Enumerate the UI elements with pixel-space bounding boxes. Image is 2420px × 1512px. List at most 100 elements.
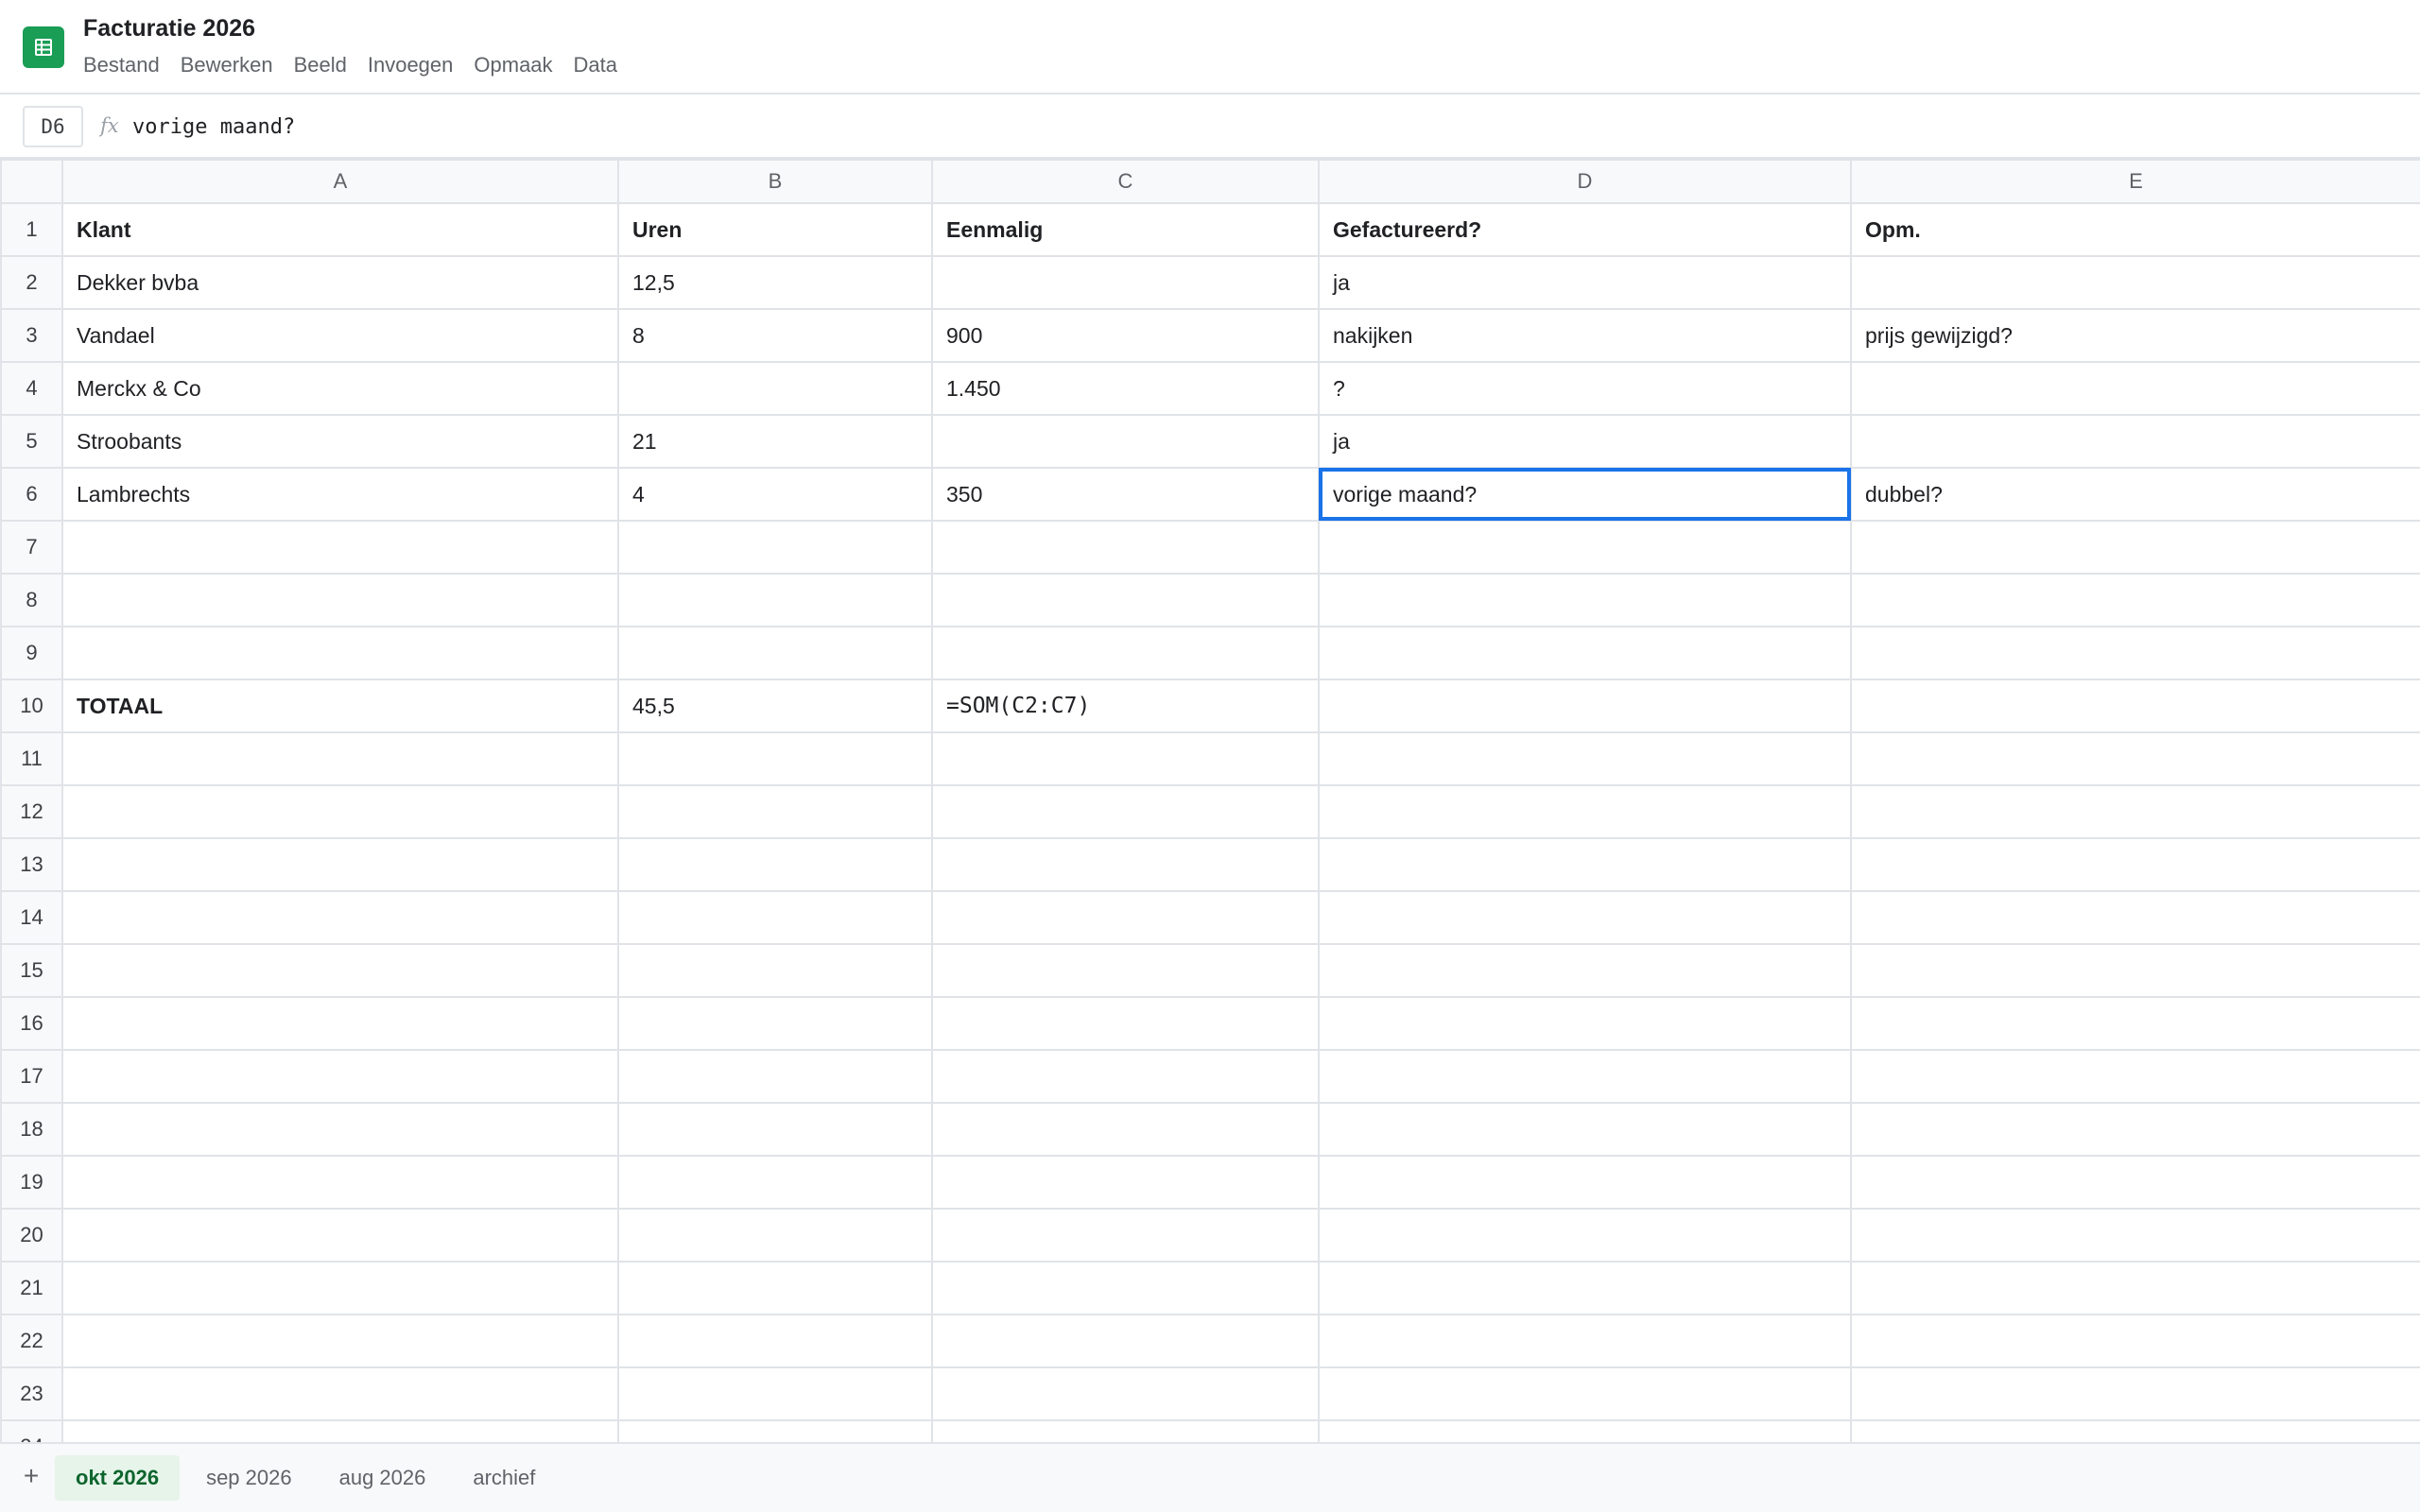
cell-b6[interactable]: 4 <box>617 467 933 522</box>
cell-c8[interactable] <box>931 573 1320 627</box>
row-header[interactable]: 2 <box>0 255 63 310</box>
cell-a23[interactable] <box>61 1366 619 1421</box>
row-header[interactable]: 4 <box>0 361 63 416</box>
cell-d3[interactable]: nakijken <box>1318 308 1852 363</box>
row-header[interactable]: 5 <box>0 414 63 469</box>
cell-c14[interactable] <box>931 890 1320 945</box>
cell-b2[interactable]: 12,5 <box>617 255 933 310</box>
cell-e14[interactable] <box>1850 890 2420 945</box>
cell-b10[interactable]: 45,5 <box>617 679 933 733</box>
row-header[interactable]: 8 <box>0 573 63 627</box>
menu-data[interactable]: Data <box>574 51 617 79</box>
cell-a13[interactable] <box>61 837 619 892</box>
cell-e24[interactable] <box>1850 1419 2420 1442</box>
cell-c22[interactable] <box>931 1314 1320 1368</box>
cell-a10[interactable]: TOTAAL <box>61 679 619 733</box>
cell-b18[interactable] <box>617 1102 933 1157</box>
cell-c2[interactable] <box>931 255 1320 310</box>
cell-c9[interactable] <box>931 626 1320 680</box>
cell-c4[interactable]: 1.450 <box>931 361 1320 416</box>
cell-a4[interactable]: Merckx & Co <box>61 361 619 416</box>
cell-d1[interactable]: Gefactureerd? <box>1318 202 1852 257</box>
cell-b22[interactable] <box>617 1314 933 1368</box>
cell-e16[interactable] <box>1850 996 2420 1051</box>
sheet-tab-sep-2026[interactable]: sep 2026 <box>185 1455 313 1501</box>
cell-a18[interactable] <box>61 1102 619 1157</box>
cell-c6[interactable]: 350 <box>931 467 1320 522</box>
cell-b9[interactable] <box>617 626 933 680</box>
cell-b11[interactable] <box>617 731 933 786</box>
column-header-c[interactable]: C <box>931 159 1320 204</box>
row-header[interactable]: 7 <box>0 520 63 575</box>
cell-b1[interactable]: Uren <box>617 202 933 257</box>
row-header[interactable]: 20 <box>0 1208 63 1263</box>
cell-c23[interactable] <box>931 1366 1320 1421</box>
cell-a6[interactable]: Lambrechts <box>61 467 619 522</box>
cell-d15[interactable] <box>1318 943 1852 998</box>
cell-b3[interactable]: 8 <box>617 308 933 363</box>
cell-e18[interactable] <box>1850 1102 2420 1157</box>
sheet-tab-archief[interactable]: archief <box>452 1455 556 1501</box>
column-header-b[interactable]: B <box>617 159 933 204</box>
cell-c15[interactable] <box>931 943 1320 998</box>
menu-bestand[interactable]: Bestand <box>83 51 160 79</box>
row-header[interactable]: 6 <box>0 467 63 522</box>
select-all-corner[interactable] <box>0 159 63 204</box>
cell-c16[interactable] <box>931 996 1320 1051</box>
cell-d5[interactable]: ja <box>1318 414 1852 469</box>
cell-c7[interactable] <box>931 520 1320 575</box>
cell-e17[interactable] <box>1850 1049 2420 1104</box>
cell-c20[interactable] <box>931 1208 1320 1263</box>
cell-d18[interactable] <box>1318 1102 1852 1157</box>
cell-a3[interactable]: Vandael <box>61 308 619 363</box>
cell-c13[interactable] <box>931 837 1320 892</box>
cell-e11[interactable] <box>1850 731 2420 786</box>
cell-e12[interactable] <box>1850 784 2420 839</box>
cell-b19[interactable] <box>617 1155 933 1210</box>
document-title[interactable]: Facturatie 2026 <box>83 13 255 43</box>
cell-a11[interactable] <box>61 731 619 786</box>
cell-e4[interactable] <box>1850 361 2420 416</box>
cell-b16[interactable] <box>617 996 933 1051</box>
cell-d23[interactable] <box>1318 1366 1852 1421</box>
cell-d6[interactable]: vorige maand? <box>1318 467 1852 522</box>
cell-b23[interactable] <box>617 1366 933 1421</box>
cell-a21[interactable] <box>61 1261 619 1315</box>
row-header[interactable]: 1 <box>0 202 63 257</box>
cell-a1[interactable]: Klant <box>61 202 619 257</box>
cell-c24[interactable] <box>931 1419 1320 1442</box>
cell-d8[interactable] <box>1318 573 1852 627</box>
cell-a16[interactable] <box>61 996 619 1051</box>
cell-c17[interactable] <box>931 1049 1320 1104</box>
cell-c18[interactable] <box>931 1102 1320 1157</box>
cell-c12[interactable] <box>931 784 1320 839</box>
cell-a7[interactable] <box>61 520 619 575</box>
cell-a22[interactable] <box>61 1314 619 1368</box>
sheet-tab-aug-2026[interactable]: aug 2026 <box>319 1455 447 1501</box>
cell-b12[interactable] <box>617 784 933 839</box>
cell-e19[interactable] <box>1850 1155 2420 1210</box>
menu-beeld[interactable]: Beeld <box>294 51 347 79</box>
cell-e5[interactable] <box>1850 414 2420 469</box>
row-header[interactable]: 3 <box>0 308 63 363</box>
cell-a12[interactable] <box>61 784 619 839</box>
cell-d11[interactable] <box>1318 731 1852 786</box>
row-header[interactable]: 22 <box>0 1314 63 1368</box>
cell-d19[interactable] <box>1318 1155 1852 1210</box>
cell-d17[interactable] <box>1318 1049 1852 1104</box>
cell-b15[interactable] <box>617 943 933 998</box>
cell-b14[interactable] <box>617 890 933 945</box>
row-header[interactable]: 13 <box>0 837 63 892</box>
cell-d2[interactable]: ja <box>1318 255 1852 310</box>
cell-e23[interactable] <box>1850 1366 2420 1421</box>
row-header[interactable]: 16 <box>0 996 63 1051</box>
row-header[interactable]: 11 <box>0 731 63 786</box>
cell-c3[interactable]: 900 <box>931 308 1320 363</box>
cell-e8[interactable] <box>1850 573 2420 627</box>
cell-e21[interactable] <box>1850 1261 2420 1315</box>
row-header[interactable]: 23 <box>0 1366 63 1421</box>
cell-e13[interactable] <box>1850 837 2420 892</box>
cell-d7[interactable] <box>1318 520 1852 575</box>
row-header[interactable]: 18 <box>0 1102 63 1157</box>
cell-d9[interactable] <box>1318 626 1852 680</box>
